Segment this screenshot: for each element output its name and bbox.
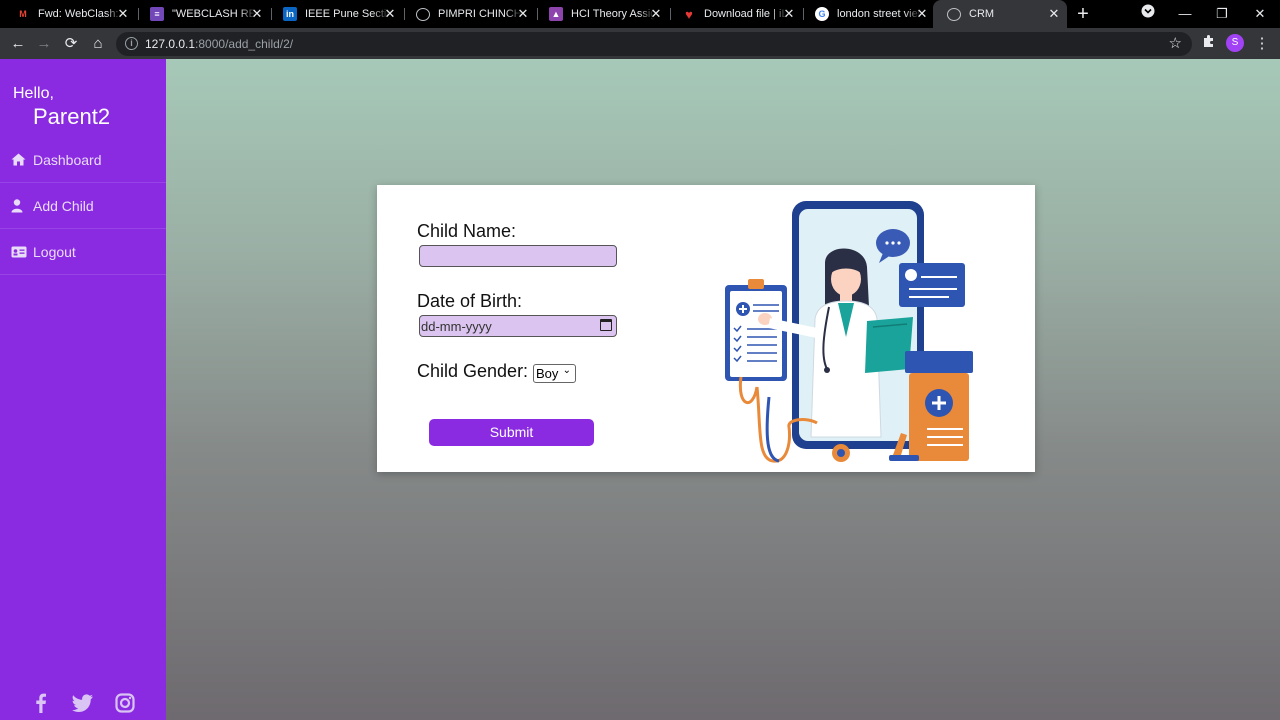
calendar-icon[interactable] [600, 319, 612, 331]
browser-tab[interactable]: in IEEE Pune Section ✕ [269, 0, 403, 28]
dob-placeholder: dd-mm-yyyy [421, 319, 492, 334]
browser-tab[interactable]: G london street view ✕ [801, 0, 935, 28]
close-tab-icon[interactable]: ✕ [116, 7, 130, 21]
forward-icon[interactable]: → [34, 34, 54, 54]
browser-tab[interactable]: ♥ Download file | iL ✕ [668, 0, 802, 28]
home-icon[interactable]: ⌂ [88, 34, 108, 54]
sidebar-item-label: Dashboard [33, 151, 102, 168]
classroom-icon: ▲ [549, 7, 563, 21]
heart-icon: ♥ [685, 6, 693, 22]
user-icon [11, 198, 31, 213]
google-icon: G [815, 7, 829, 21]
browser-toolbar: ← → ⟳ ⌂ i 127.0.0.1:8000/add_child/2/ ☆ … [0, 28, 1280, 59]
child-name-input[interactable] [419, 245, 617, 267]
back-icon[interactable]: ← [8, 34, 28, 54]
tab-title: IEEE Pune Section [305, 8, 389, 20]
greeting: Hello, [13, 85, 54, 102]
close-tab-icon[interactable]: ✕ [782, 7, 796, 21]
browser-tab-active[interactable]: CRM ✕ [933, 0, 1067, 28]
close-tab-icon[interactable]: ✕ [516, 7, 530, 21]
username: Parent2 [33, 104, 111, 129]
tab-title: HCI Theory Assign [571, 8, 655, 20]
address-bar[interactable]: i 127.0.0.1:8000/add_child/2/ ☆ [116, 32, 1192, 56]
tab-title: Fwd: WebClash: Fi [38, 8, 122, 20]
tab-title: Download file | iL [704, 8, 788, 20]
close-tab-icon[interactable]: ✕ [649, 7, 663, 21]
gender-select[interactable]: Boy ⌄ [533, 364, 576, 383]
tab-title: london street view [837, 8, 921, 20]
restore-icon[interactable]: ❐ [1212, 4, 1232, 24]
profile-avatar[interactable]: S [1226, 34, 1244, 52]
linkedin-icon: in [283, 7, 297, 21]
tab-title: CRM [969, 8, 995, 20]
doctor-illustration [725, 201, 973, 463]
sidebar-item-add-child[interactable]: Add Child [0, 183, 166, 229]
instagram-icon[interactable] [115, 693, 135, 713]
browser-tab-strip: M Fwd: WebClash: Fi ✕ ≡ "WEBCLASH REGI ✕… [0, 0, 1280, 28]
minimize-icon[interactable]: — [1175, 4, 1195, 24]
new-tab-icon[interactable]: + [1072, 3, 1094, 25]
browser-tab[interactable]: ≡ "WEBCLASH REGI ✕ [136, 0, 270, 28]
close-tab-icon[interactable]: ✕ [383, 7, 397, 21]
dob-label: Date of Birth: [417, 291, 523, 311]
tab-title: "WEBCLASH REGI [172, 8, 256, 20]
window-close-icon[interactable]: ✕ [1250, 4, 1270, 24]
sidebar-item-label: Logout [33, 243, 76, 260]
gender-selected-value: Boy [536, 366, 559, 381]
sidebar-item-label: Add Child [33, 197, 94, 214]
close-tab-icon[interactable]: ✕ [1047, 7, 1061, 21]
tab-search-icon[interactable] [1138, 4, 1158, 24]
forms-icon: ≡ [150, 7, 164, 21]
child-name-label: Child Name: [417, 221, 517, 241]
sidebar-item-logout[interactable]: Logout [0, 229, 166, 275]
add-child-card: Child Name: Date of Birth: dd-mm-yyyy Ch… [377, 185, 1035, 472]
twitter-icon[interactable] [72, 693, 94, 713]
home-icon [11, 153, 31, 166]
browser-tab[interactable]: PIMPRI CHINCHW ✕ [402, 0, 536, 28]
page-content: Hello, Parent2 Dashboard Add Child Logou… [0, 59, 1280, 720]
close-tab-icon[interactable]: ✕ [250, 7, 264, 21]
reload-icon[interactable]: ⟳ [61, 34, 81, 54]
close-tab-icon[interactable]: ✕ [915, 7, 929, 21]
browser-tab[interactable]: M Fwd: WebClash: Fi ✕ [2, 0, 136, 28]
globe-icon [947, 7, 961, 21]
browser-tab[interactable]: ▲ HCI Theory Assign ✕ [535, 0, 669, 28]
facebook-icon[interactable] [31, 693, 51, 713]
sidebar: Hello, Parent2 Dashboard Add Child Logou… [0, 59, 166, 720]
sidebar-item-dashboard[interactable]: Dashboard [0, 137, 166, 183]
extensions-icon[interactable] [1199, 34, 1219, 54]
globe-icon [416, 7, 430, 21]
dob-date-input[interactable]: dd-mm-yyyy [419, 315, 617, 337]
id-card-icon [11, 246, 31, 258]
tab-title: PIMPRI CHINCHW [438, 8, 522, 20]
gender-label: Child Gender: [417, 361, 529, 381]
url-text[interactable]: 127.0.0.1:8000/add_child/2/ [145, 37, 293, 51]
site-info-icon[interactable]: i [125, 37, 138, 50]
menu-kebab-icon[interactable]: ⋮ [1252, 34, 1272, 54]
chevron-down-icon: ⌄ [562, 365, 571, 376]
bookmark-star-icon[interactable]: ☆ [1169, 34, 1182, 52]
gmail-icon: M [19, 9, 27, 19]
submit-button[interactable]: Submit [429, 419, 594, 446]
